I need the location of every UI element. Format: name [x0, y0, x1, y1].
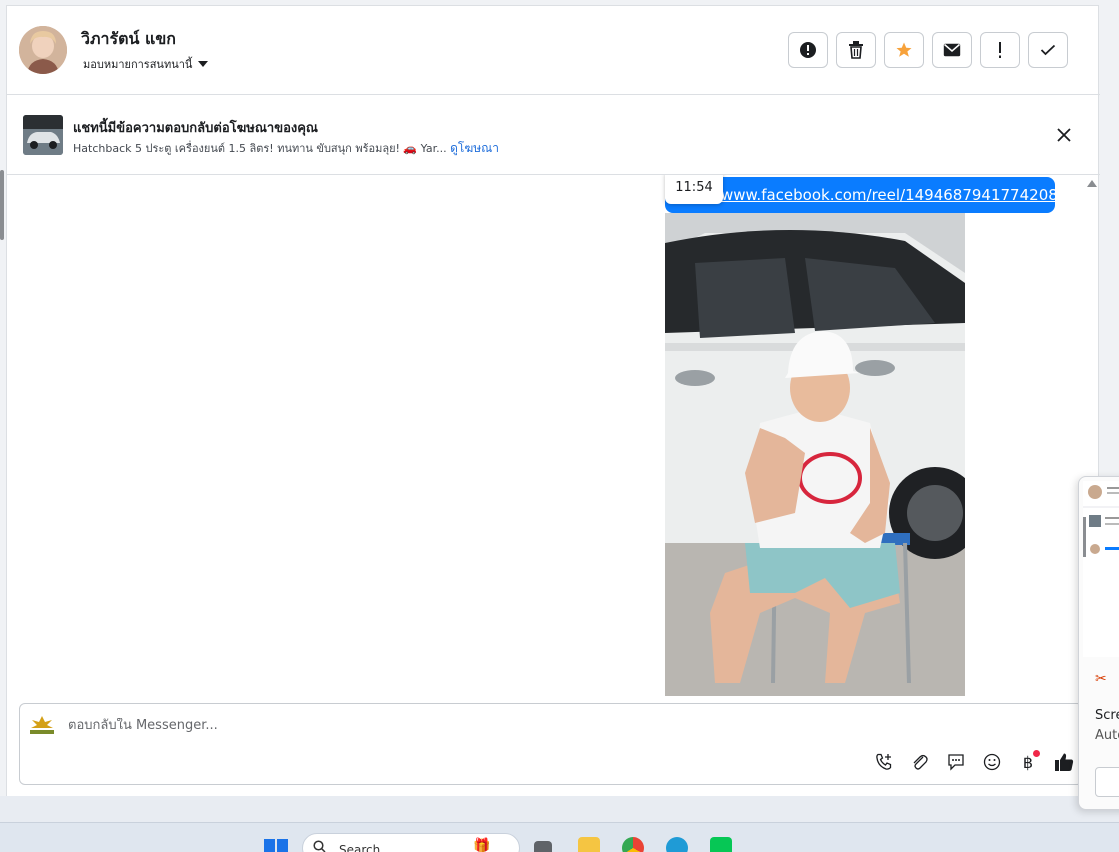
search-icon [313, 840, 326, 852]
start-icon-tile [264, 839, 275, 852]
payment-button[interactable]: ฿ [1016, 750, 1040, 774]
phone-plus-icon [876, 753, 892, 770]
baht-icon: ฿ [1022, 752, 1034, 772]
reel-link[interactable]: www.facebook.com/reel/1494687941774208 [721, 186, 1055, 204]
saved-replies-button[interactable] [944, 750, 968, 774]
report-icon [800, 42, 816, 58]
message-time-tooltip: 11:54 [665, 175, 723, 204]
mark-done-button[interactable] [1028, 32, 1068, 68]
close-icon [1057, 128, 1071, 142]
conversation-panel: วิภารัตน์ แขก มอบหมายการสนทนานี้ แชทนี้ม… [6, 6, 1100, 796]
snipping-tool-icon: ✂ [1095, 671, 1107, 687]
popup-subtitle: Auto [1095, 728, 1119, 743]
popup-title: Scre [1095, 708, 1119, 723]
close-banner-button[interactable] [1053, 124, 1075, 146]
taskbar-search-label: Search [339, 843, 381, 852]
car-thumbnail-image [23, 115, 63, 155]
edge-icon[interactable] [666, 837, 688, 852]
screenshot-notification-popup[interactable]: ✂ Scre Auto [1078, 476, 1119, 810]
taskbar-search[interactable]: Search 🎁 [302, 833, 520, 852]
report-button[interactable] [788, 32, 828, 68]
left-scrollbar[interactable] [0, 170, 4, 240]
assign-label: มอบหมายการสนทนานี้ [83, 58, 193, 71]
view-ad-link[interactable]: ดูโฆษณา [450, 141, 499, 155]
contact-name[interactable]: วิภารัตน์ แขก [81, 27, 176, 52]
line-app-icon[interactable] [710, 837, 732, 852]
screenshot-preview-image [1083, 481, 1119, 657]
mark-unread-button[interactable] [932, 32, 972, 68]
message-thread: www.facebook.com/reel/1494687941774208 1… [7, 175, 1100, 696]
chat-bubble-icon [948, 754, 964, 771]
conversation-header: วิภารัตน์ แขก มอบหมายการสนทนานี้ [7, 6, 1100, 95]
link-message-bubble[interactable]: www.facebook.com/reel/1494687941774208 [665, 177, 1055, 213]
scroll-up-arrow-icon[interactable] [1087, 180, 1097, 187]
notification-dot [1033, 750, 1040, 757]
desktop-background [0, 796, 1119, 822]
emoji-button[interactable] [980, 750, 1004, 774]
smiley-icon [983, 753, 1001, 771]
message-composer: ฿ [19, 703, 1083, 785]
assign-conversation-dropdown[interactable]: มอบหมายการสนทนานี้ [83, 55, 209, 73]
start-icon-tile [277, 839, 288, 852]
contact-avatar[interactable] [19, 26, 67, 74]
brand-logo-icon [30, 716, 54, 734]
magnifier-icon [313, 840, 326, 852]
priority-button[interactable] [980, 32, 1020, 68]
app-root: วิภารัตน์ แขก มอบหมายการสนทนานี้ แชทนี้ม… [0, 0, 1119, 852]
call-button[interactable] [872, 750, 896, 774]
star-icon [896, 42, 912, 57]
page-logo [28, 714, 56, 736]
composer-tools: ฿ [872, 750, 1076, 774]
screenshot-thumbnail [1083, 481, 1119, 657]
exclamation-icon [999, 42, 1001, 58]
avatar-image [19, 26, 67, 74]
like-button[interactable] [1052, 750, 1076, 774]
check-icon [1040, 44, 1056, 56]
attach-button[interactable] [908, 750, 932, 774]
ad-banner-title: แชทนี้มีข้อความตอบกลับต่อโฆษณาของคุณ [73, 121, 318, 136]
reply-input[interactable] [68, 718, 968, 733]
thumbs-up-icon [1055, 753, 1074, 771]
windows-start-button[interactable] [264, 839, 288, 852]
popup-action-button[interactable] [1095, 767, 1119, 797]
star-button[interactable] [884, 32, 924, 68]
reel-video-image [665, 213, 965, 696]
ad-banner-description: Hatchback 5 ประตู เครื่องยนต์ 1.5 ลิตร! … [73, 139, 499, 158]
ad-reply-banner: แชทนี้มีข้อความตอบกลับต่อโฆษณาของคุณ Hat… [7, 95, 1100, 175]
ad-description-text: Hatchback 5 ประตู เครื่องยนต์ 1.5 ลิตร! … [73, 142, 447, 155]
caret-down-icon [198, 61, 209, 67]
paperclip-icon [913, 754, 928, 770]
ad-thumbnail[interactable] [23, 115, 63, 155]
chrome-icon[interactable] [622, 837, 644, 852]
header-actions [788, 32, 1068, 68]
delete-button[interactable] [836, 32, 876, 68]
file-explorer-icon[interactable] [578, 837, 600, 852]
gift-icon: 🎁 [473, 838, 491, 852]
windows-taskbar: Search 🎁 [0, 822, 1119, 852]
taskview-icon[interactable] [534, 841, 552, 852]
trash-icon [849, 41, 863, 59]
envelope-icon [943, 43, 961, 57]
reel-video-preview[interactable] [665, 213, 965, 696]
